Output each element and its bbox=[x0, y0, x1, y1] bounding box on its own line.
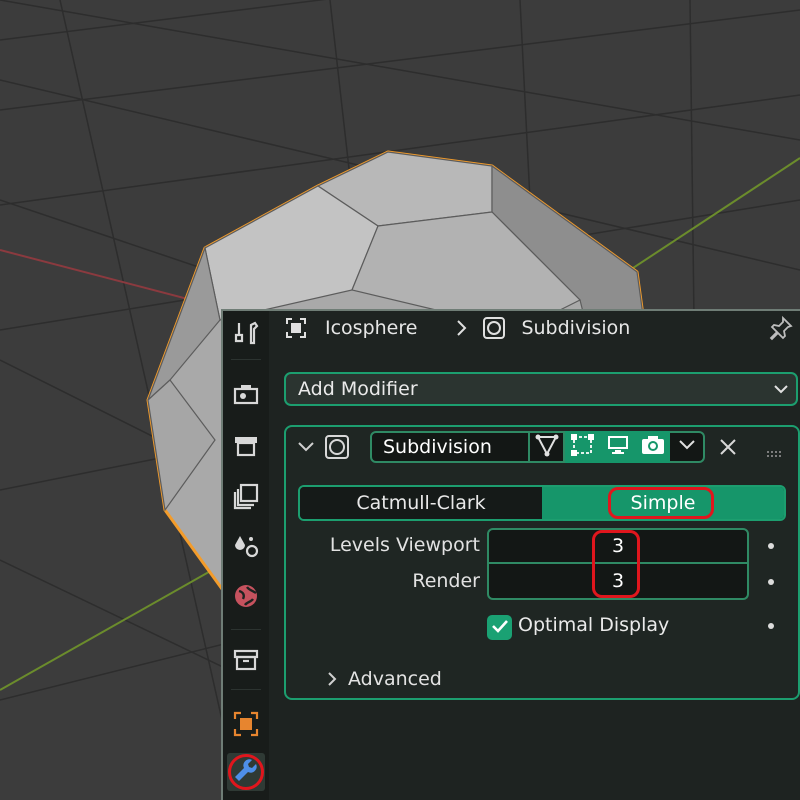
output-icon bbox=[231, 431, 261, 461]
object-icon bbox=[231, 709, 261, 739]
collection-tab[interactable] bbox=[227, 641, 265, 679]
tool-icon bbox=[231, 319, 261, 349]
render-tab[interactable] bbox=[227, 375, 265, 413]
collapse-chevron-icon[interactable] bbox=[296, 437, 316, 461]
properties-content: Icosphere Subdivision Add Modifier Subdi… bbox=[283, 311, 800, 800]
subdivision-type-selector: Catmull-Clark Simple bbox=[298, 485, 786, 521]
modifier-header: Subdivision bbox=[286, 427, 798, 467]
properties-editor: Icosphere Subdivision Add Modifier Subdi… bbox=[221, 309, 800, 800]
viewport-display-toggle[interactable] bbox=[600, 431, 635, 463]
modifier-name: Subdivision bbox=[383, 436, 492, 458]
simple-highlight bbox=[608, 487, 714, 519]
edit-cage-toggle[interactable] bbox=[530, 431, 565, 463]
render-levels-label: Render bbox=[412, 570, 480, 592]
breadcrumb-modifier: Subdivision bbox=[521, 317, 631, 339]
catmull-clark-option[interactable]: Catmull-Clark bbox=[300, 487, 542, 519]
edit-mode-icon bbox=[570, 432, 596, 462]
chevron-right-icon bbox=[449, 315, 475, 341]
tool-tab[interactable] bbox=[227, 315, 265, 353]
add-modifier-dropdown[interactable]: Add Modifier bbox=[284, 372, 798, 406]
optimal-display-checkbox[interactable] bbox=[487, 615, 512, 640]
chevron-down-icon bbox=[677, 435, 697, 459]
object-tab[interactable] bbox=[227, 705, 265, 743]
output-tab[interactable] bbox=[227, 427, 265, 465]
add-modifier-label: Add Modifier bbox=[298, 378, 418, 400]
subdivision-modifier-icon bbox=[324, 434, 350, 464]
drag-handle-icon[interactable] bbox=[766, 443, 784, 462]
properties-tab-bar bbox=[223, 311, 269, 800]
simple-option[interactable]: Simple bbox=[542, 487, 784, 519]
animate-property-dot[interactable] bbox=[768, 579, 774, 585]
breadcrumb: Icosphere Subdivision bbox=[283, 311, 800, 345]
object-square-icon bbox=[283, 315, 309, 341]
render-icon bbox=[231, 379, 261, 409]
scene-icon bbox=[231, 531, 261, 561]
collection-icon bbox=[231, 645, 261, 675]
subdivision-modifier-panel: Subdivision Catmull-Clark Simple Levels … bbox=[284, 425, 800, 700]
modifier-name-field[interactable]: Subdivision bbox=[370, 431, 530, 463]
modifier-options-dropdown[interactable] bbox=[670, 431, 705, 463]
chevron-down-icon bbox=[772, 380, 790, 403]
world-tab[interactable] bbox=[227, 577, 265, 615]
pin-icon[interactable] bbox=[768, 315, 794, 346]
scene-tab[interactable] bbox=[227, 527, 265, 565]
edit-mode-toggle[interactable] bbox=[565, 431, 600, 463]
vertex-triangle-icon bbox=[535, 433, 559, 461]
modifier-tab[interactable] bbox=[227, 753, 265, 791]
breadcrumb-object: Icosphere bbox=[325, 317, 418, 339]
animate-property-dot[interactable] bbox=[768, 543, 774, 549]
advanced-subpanel-toggle[interactable]: Advanced bbox=[326, 668, 442, 690]
view-layer-tab[interactable] bbox=[227, 477, 265, 515]
chevron-right-icon bbox=[326, 670, 348, 688]
monitor-icon bbox=[605, 432, 631, 462]
modifier-circle-icon bbox=[481, 315, 507, 341]
levels-highlight bbox=[592, 530, 640, 598]
advanced-label: Advanced bbox=[348, 668, 442, 690]
animate-property-dot[interactable] bbox=[768, 623, 774, 629]
optimal-display-label: Optimal Display bbox=[518, 614, 670, 636]
camera-icon bbox=[640, 432, 666, 462]
view-layer-icon bbox=[231, 481, 261, 511]
world-icon bbox=[231, 581, 261, 611]
render-display-toggle[interactable] bbox=[635, 431, 670, 463]
checkmark-icon bbox=[491, 617, 509, 639]
modifier-tab-highlight bbox=[228, 754, 264, 790]
close-icon[interactable] bbox=[718, 437, 738, 461]
levels-viewport-label: Levels Viewport bbox=[329, 534, 480, 556]
